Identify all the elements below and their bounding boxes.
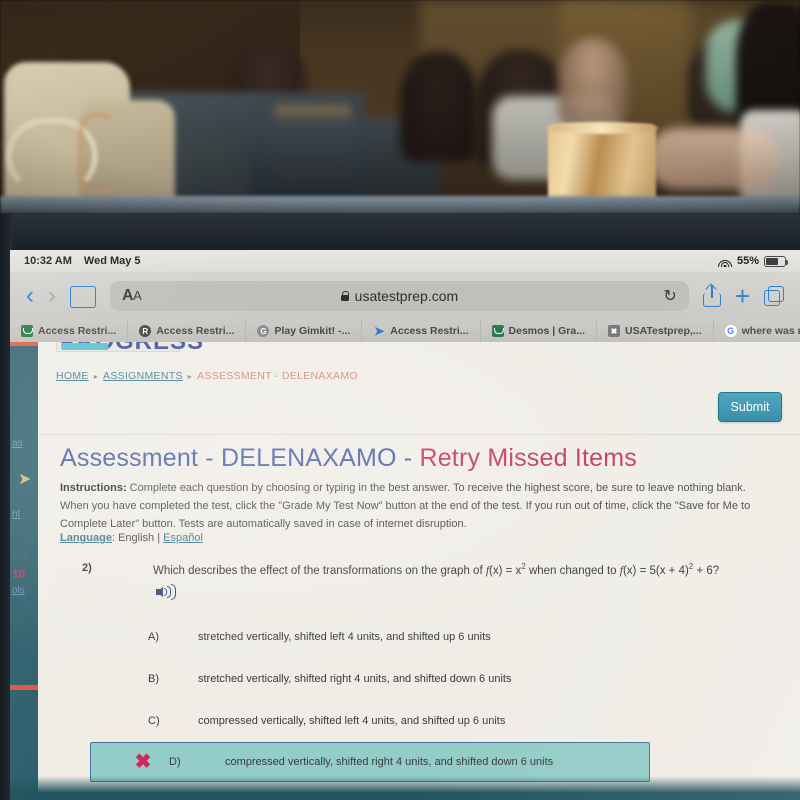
bookmarks-bar: Access Restri... R Access Restri... G Pl… <box>10 320 800 342</box>
language-english[interactable]: English <box>118 532 154 544</box>
cursor-icon: ➤ <box>374 324 385 338</box>
tabs-icon[interactable] <box>764 286 784 306</box>
rail-fragment-1[interactable]: as <box>12 438 23 449</box>
question-prompt: Which describes the effect of the transf… <box>153 562 719 577</box>
option-letter: B) <box>148 673 159 685</box>
bookmark-item[interactable]: G Play Gimkit! -... <box>246 320 363 342</box>
google-icon: G <box>724 325 737 337</box>
bookmark-label: Access Restri... <box>38 325 117 337</box>
screenshot-root: 10:32 AM Wed May 5 55% ‹ › AA usatestpre… <box>0 0 800 800</box>
option-text: compressed vertically, shifted right 4 u… <box>225 756 554 768</box>
status-date: Wed May 5 <box>83 255 141 267</box>
rail-fragment-2[interactable]: ht <box>12 509 20 520</box>
back-icon[interactable]: ‹ <box>26 284 34 308</box>
bookmark-item[interactable]: Desmos | Gra... <box>481 320 597 342</box>
language-pipe: | <box>154 532 164 544</box>
bookmark-label: where was ma... <box>741 325 800 337</box>
language-spanish[interactable]: Español <box>163 532 203 544</box>
breadcrumb-current: ASSESSMENT - DELENAXAMO <box>197 370 358 382</box>
language-selector: Language: English | Español <box>60 532 203 544</box>
rail-accent-bottom <box>10 685 38 690</box>
ios-status-bar: 10:32 AM Wed May 5 55% <box>10 250 800 272</box>
prompt-mid: when changed to <box>525 564 620 577</box>
text-size-button[interactable]: AA <box>122 287 142 305</box>
tablet-screen: 10:32 AM Wed May 5 55% ‹ › AA usatestpre… <box>10 250 800 800</box>
speaker-icon[interactable] <box>156 584 178 600</box>
page-content: PROGRESS HOME ▸ ASSIGNMENTS ▸ ASSESSMENT… <box>38 342 800 800</box>
content-divider <box>38 434 800 435</box>
battery-icon <box>764 255 788 267</box>
page-title-retry: Retry Missed Items <box>419 444 637 472</box>
instructions-text: Instructions: Complete each question by … <box>60 480 775 533</box>
device-bezel-top <box>0 214 800 250</box>
bookmark-label: Access Restri... <box>156 325 235 337</box>
breadcrumb-assignments[interactable]: ASSIGNMENTS <box>103 370 183 382</box>
language-label: Language <box>60 532 112 544</box>
r-circle-icon: R <box>139 325 152 337</box>
usatestprep-page: as ➤ ht ing 10 ols PROGRESS HOME ▸ ASSIG… <box>10 342 800 800</box>
tablet-device: 10:32 AM Wed May 5 55% ‹ › AA usatestpre… <box>0 214 800 800</box>
breadcrumb-home[interactable]: HOME <box>56 370 89 382</box>
answer-option-a[interactable]: A) stretched vertically, shifted left 4 … <box>38 616 800 658</box>
option-letter: D) <box>169 756 181 768</box>
bookmark-item[interactable]: ✖ USATestprep,... <box>597 320 714 342</box>
rail-fragment-3: ing <box>12 550 27 562</box>
option-letter: C) <box>148 715 160 727</box>
bookmark-label: Play Gimkit! -... <box>274 325 351 337</box>
rail-fragment-4: 10 <box>12 567 26 581</box>
share-icon[interactable] <box>702 285 721 307</box>
bookmark-item[interactable]: R Access Restri... <box>128 320 247 342</box>
progress-bar <box>62 343 108 350</box>
x-square-icon: ✖ <box>607 325 620 337</box>
breadcrumb-separator: ▸ <box>187 371 193 381</box>
status-time: 10:32 AM <box>24 255 72 267</box>
instructions-label: Instructions: <box>60 482 127 494</box>
prompt-end: + 6? <box>693 564 720 577</box>
screen-bottom-shadow <box>10 776 800 800</box>
page-title: Assessment - DELENAXAMO - Retry Missed I… <box>60 444 637 473</box>
bookmark-label: Desmos | Gra... <box>508 325 585 337</box>
url-text: usatestprep.com <box>354 288 459 304</box>
rail-fragment-5[interactable]: ols <box>12 585 25 596</box>
wifi-icon <box>717 256 732 267</box>
address-bar[interactable]: AA usatestprep.com ↻ <box>110 281 689 311</box>
desmos-icon <box>491 325 504 337</box>
rail-accent-top <box>10 342 38 346</box>
answer-option-c[interactable]: C) compressed vertically, shifted left 4… <box>38 700 800 742</box>
bookmark-item[interactable]: G where was ma... <box>714 320 800 342</box>
bookmark-label: Access Restri... <box>390 325 469 337</box>
submit-button[interactable]: Submit <box>718 392 782 422</box>
x-mark-icon: ✖ <box>134 751 152 773</box>
page-title-main: Assessment - DELENAXAMO - <box>60 444 420 472</box>
fx1-rest: (x) = x <box>489 564 522 577</box>
chevron-right-icon[interactable]: ➤ <box>18 469 31 489</box>
option-text: stretched vertically, shifted right 4 un… <box>198 673 512 685</box>
forward-icon[interactable]: › <box>48 284 56 308</box>
option-text: stretched vertically, shifted left 4 uni… <box>198 631 491 643</box>
breadcrumb-separator: ▸ <box>93 371 99 381</box>
prompt-pre: Which describes the effect of the transf… <box>153 564 486 577</box>
battery-percent: 55% <box>736 255 759 267</box>
reload-icon[interactable]: ↻ <box>663 286 676 306</box>
new-tab-icon[interactable]: + <box>735 283 750 309</box>
bookmark-item[interactable]: ➤ Access Restri... <box>362 320 481 342</box>
safari-toolbar: ‹ › AA usatestprep.com ↻ + <box>10 272 800 320</box>
instructions-body: Complete each question by choosing or ty… <box>60 482 751 530</box>
lock-icon <box>340 291 349 301</box>
option-text: compressed vertically, shifted left 4 un… <box>198 715 506 727</box>
question-number: 2) <box>82 562 92 574</box>
answer-option-b[interactable]: B) stretched vertically, shifted right 4… <box>38 658 800 700</box>
fx2-rest: (x) = 5(x + 4) <box>622 564 689 577</box>
bookmark-label: USATestprep,... <box>624 325 702 337</box>
desmos-icon <box>21 325 33 337</box>
bookmark-item[interactable]: Access Restri... <box>10 320 129 342</box>
c-circle-icon: G <box>257 325 270 337</box>
book-icon[interactable] <box>70 286 96 308</box>
classroom-photo-background <box>0 0 800 214</box>
option-letter: A) <box>148 631 159 643</box>
breadcrumb: HOME ▸ ASSIGNMENTS ▸ ASSESSMENT - DELENA… <box>56 370 358 382</box>
